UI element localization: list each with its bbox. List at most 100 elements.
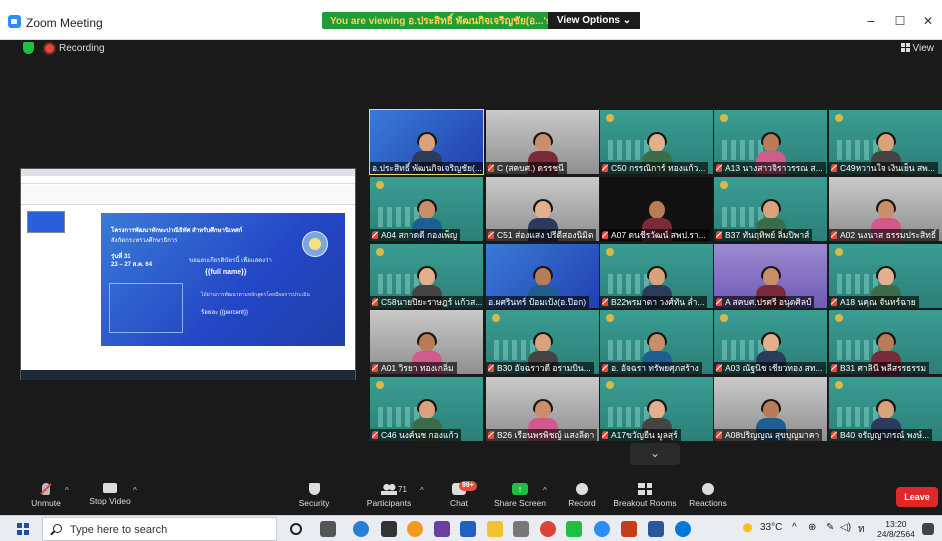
app-icon[interactable] bbox=[675, 521, 691, 537]
participant-tile[interactable]: B30 อัจฉราวดี อรามบิน... bbox=[486, 310, 599, 374]
encryption-shield-icon[interactable] bbox=[23, 42, 34, 54]
maximize-button[interactable]: ☐ bbox=[889, 11, 911, 31]
slide-cert-text: ขอมอบเกียรติบัตรนี้ เพื่อแสดงว่า bbox=[189, 258, 272, 264]
person-head bbox=[762, 201, 779, 219]
file-explorer-icon[interactable] bbox=[487, 521, 503, 537]
shared-taskbar bbox=[21, 370, 355, 380]
participant-tile[interactable]: A13 นางสาวจิราวรรณ ส... bbox=[714, 110, 827, 174]
minimize-button[interactable]: − bbox=[860, 11, 882, 31]
share-screen-button[interactable]: ↑ Share Screen bbox=[494, 483, 546, 508]
volume-icon[interactable]: ◁) bbox=[840, 522, 851, 533]
participant-name: B31 ศาลินี พลีสรรธรรม bbox=[840, 363, 927, 373]
weather-icon[interactable] bbox=[742, 523, 756, 535]
participant-tile[interactable]: A02 นงนาส ธรรมประสิทธิ์ bbox=[829, 177, 942, 241]
participant-tile[interactable]: A17ขวัญยืน มูลสุร์ bbox=[600, 377, 713, 441]
participant-name-bar: B31 ศาลินี พลีสรรธรรม bbox=[829, 362, 930, 374]
participant-tile[interactable]: C58นายปิยะราษฎร์ แก้วส... bbox=[370, 244, 483, 308]
share-options-caret[interactable]: ^ bbox=[543, 486, 547, 495]
participant-tile[interactable]: C49หวานใจ เงินเย็น สพ... bbox=[829, 110, 942, 174]
participant-tile[interactable]: อ.ผศรินทร์ ป้อมเป้ง(อ.ป๊อก) bbox=[486, 244, 599, 308]
task-view-icon[interactable] bbox=[320, 521, 336, 537]
participant-name-bar: A18 นคุณ จันทร์ฉาย bbox=[829, 296, 919, 308]
shared-slide-thumbnail bbox=[27, 211, 65, 233]
unmute-button[interactable]: Unmute bbox=[29, 483, 63, 508]
participant-tile[interactable]: A สคบศ.ปรศรี อนุตศิลป์ bbox=[714, 244, 827, 308]
participants-button[interactable]: Participants bbox=[362, 483, 416, 508]
muted-mic-icon bbox=[831, 431, 837, 439]
powerpoint-icon[interactable] bbox=[621, 521, 637, 537]
share-screen-icon: ↑ bbox=[512, 483, 528, 495]
stop-video-button[interactable]: Stop Video bbox=[87, 483, 133, 506]
mail-icon[interactable] bbox=[460, 521, 476, 537]
video-options-caret[interactable]: ^ bbox=[133, 486, 137, 495]
firefox-icon[interactable] bbox=[407, 521, 423, 537]
pen-icon[interactable]: ✎ bbox=[826, 522, 834, 533]
participant-tile[interactable]: B31 ศาลินี พลีสรรธรรม bbox=[829, 310, 942, 374]
muted-mic-icon bbox=[602, 298, 608, 306]
zoom-taskbar-icon[interactable] bbox=[594, 521, 610, 537]
person-head bbox=[648, 334, 665, 352]
close-button[interactable]: ✕ bbox=[917, 11, 939, 31]
participant-name-bar: B40 จรัญญาภรณ์ พงษ์... bbox=[829, 429, 933, 441]
participant-name-bar: อ.ผศรินทร์ ป้อมเป้ง(อ.ป๊อก) bbox=[486, 296, 590, 308]
record-label: Record bbox=[568, 498, 596, 508]
participant-tile[interactable]: C (สคบศ.) ดรรชนี bbox=[486, 110, 599, 174]
store-icon[interactable] bbox=[381, 521, 397, 537]
participant-tile[interactable]: A07 ดนชีรวัฒน์ สพป.รา... bbox=[600, 177, 713, 241]
recording-icon[interactable] bbox=[45, 44, 54, 53]
audio-options-caret[interactable]: ^ bbox=[65, 486, 69, 495]
chrome-icon[interactable] bbox=[540, 521, 556, 537]
taskbar-search-box[interactable]: Type here to search bbox=[42, 517, 277, 541]
participant-name-bar: C58นายปิยะราษฎร์ แก้วส... bbox=[370, 296, 483, 308]
gallery-scroll-down-button[interactable]: ⌄ bbox=[630, 443, 680, 465]
participant-tile[interactable]: B22พรมาตา วงศ์ทัน ล่ำ... bbox=[600, 244, 713, 308]
participant-tile[interactable]: A03 ณัฐนิช เชียวทอง สท... bbox=[714, 310, 827, 374]
grid-view-icon bbox=[900, 43, 910, 52]
temperature[interactable]: 33°C bbox=[760, 522, 782, 533]
word-icon[interactable] bbox=[648, 521, 664, 537]
participants-options-caret[interactable]: ^ bbox=[420, 486, 424, 495]
media-player-icon[interactable] bbox=[434, 521, 450, 537]
participant-name-bar: A01 วิรยา ทองเกลิ่ม bbox=[370, 362, 457, 374]
edge-browser-icon[interactable] bbox=[353, 521, 369, 537]
participant-tile[interactable]: B40 จรัญญาภรณ์ พงษ์... bbox=[829, 377, 942, 441]
photos-icon[interactable] bbox=[513, 521, 529, 537]
participant-name: B30 อัจฉราวดี อรามบิน... bbox=[497, 363, 591, 373]
chat-label: Chat bbox=[450, 498, 468, 508]
participant-tile[interactable]: A04 สกาดดี กองเพ็ญ bbox=[370, 177, 483, 241]
tray-chevron-up-icon[interactable]: ^ bbox=[792, 522, 797, 533]
participant-tile[interactable]: อ. อัจฉรา ทรัพยศุภสร้าง bbox=[600, 310, 713, 374]
reactions-icon bbox=[702, 483, 714, 495]
person-head bbox=[534, 401, 551, 419]
taskbar-clock[interactable]: 13:20 24/8/2564 bbox=[877, 519, 915, 539]
view-button[interactable]: View bbox=[900, 43, 934, 54]
leave-button[interactable]: Leave bbox=[896, 487, 938, 507]
reactions-button[interactable]: Reactions bbox=[688, 483, 728, 508]
participant-tile[interactable]: A18 นคุณ จันทร์ฉาย bbox=[829, 244, 942, 308]
network-icon[interactable]: ⊕ bbox=[808, 522, 816, 533]
participant-tile[interactable]: อ.ประสิทธิ์ พัฒนกิจเจริญชัย(... bbox=[369, 109, 484, 175]
participant-tile[interactable]: C51 ส่องแสง ปรีดีสองนิมิต bbox=[486, 177, 599, 241]
person-head bbox=[534, 268, 551, 286]
participant-tile[interactable]: A01 วิรยา ทองเกลิ่ม bbox=[370, 310, 483, 374]
windows-start-icon[interactable] bbox=[17, 523, 29, 535]
participant-tile[interactable]: B37 ทันฤทิพย์ ลิ่มปิพาส์ bbox=[714, 177, 827, 241]
participant-tile[interactable]: A08ปริญญณ สุขบุญมาคา bbox=[714, 377, 827, 441]
participant-name-bar: C46 นงค์นช กองแก้ว bbox=[370, 429, 462, 441]
security-button[interactable]: Security bbox=[296, 483, 332, 508]
notifications-icon[interactable] bbox=[922, 523, 934, 535]
view-options-button[interactable]: View Options ⌄ bbox=[548, 12, 640, 29]
participant-tile[interactable]: C46 นงค์นช กองแก้ว bbox=[370, 377, 483, 441]
shared-screen[interactable]: โครงการพัฒนาทักษะปาณิธิทัศ สำหรับศึกษานิ… bbox=[20, 168, 356, 380]
muted-mic-icon bbox=[831, 164, 837, 172]
record-button[interactable]: Record bbox=[566, 483, 598, 508]
person-head bbox=[418, 334, 435, 352]
breakout-rooms-button[interactable]: Breakout Rooms bbox=[612, 483, 678, 508]
participant-name: B26 เรือนพรพิชญ์ แสงลีดา bbox=[497, 430, 595, 440]
ime-icon[interactable]: ท bbox=[858, 522, 865, 537]
participant-tile[interactable]: C50 กรรณิการ์ ทองแก้ว... bbox=[600, 110, 713, 174]
participant-tile[interactable]: B26 เรือนพรพิชญ์ แสงลีดา bbox=[486, 377, 599, 441]
line-icon[interactable] bbox=[566, 521, 582, 537]
cortana-icon[interactable] bbox=[290, 523, 302, 535]
participant-name-bar: อ. อัจฉรา ทรัพยศุภสร้าง bbox=[600, 362, 702, 374]
